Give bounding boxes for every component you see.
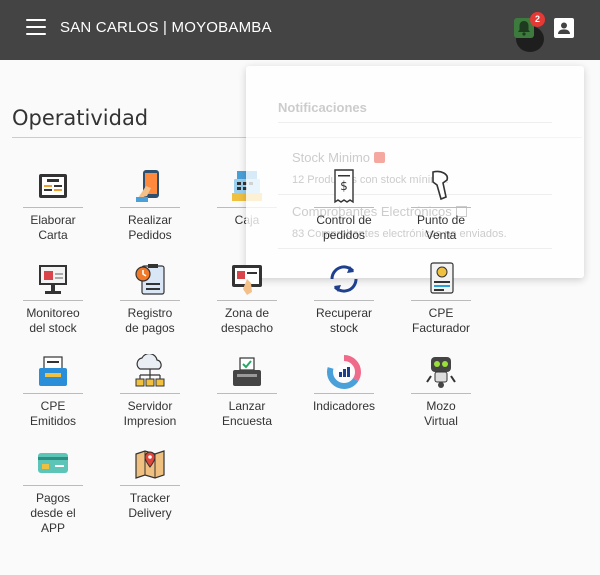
barcode-scanner-icon <box>423 168 459 204</box>
robot-icon <box>423 354 459 390</box>
notifications-divider <box>278 122 552 123</box>
donut-chart-icon <box>326 354 362 390</box>
tile-divider <box>314 393 374 394</box>
tile-label: Pagos desde el APP <box>30 491 76 535</box>
tile-divider <box>23 207 83 208</box>
tile-divider <box>314 207 374 208</box>
tile-label: Indicadores <box>312 399 376 413</box>
tile-label: Tracker Delivery <box>128 491 172 520</box>
user-icon[interactable] <box>554 18 574 38</box>
ballot-box-icon <box>229 354 265 390</box>
notifications-panel: Notificaciones Stock Minimo 12 Productos… <box>246 66 584 278</box>
tile-divider <box>217 393 277 394</box>
tile-divider <box>120 207 180 208</box>
top-app-bar: SAN CARLOS | MOYOBAMBA 2 <box>0 0 600 60</box>
notification-badge: 2 <box>530 12 545 27</box>
next-section-peek <box>12 565 19 575</box>
notifications-divider <box>278 248 552 249</box>
card-icon <box>35 446 71 482</box>
tile-label: Punto de Venta <box>416 213 466 242</box>
tile-label: Servidor Impresion <box>123 399 177 428</box>
invoice-icon <box>423 261 459 297</box>
refresh-icon <box>326 261 362 297</box>
tile-divider <box>120 485 180 486</box>
tile-label: CPE Emitidos <box>29 399 76 428</box>
tile-divider <box>411 300 471 301</box>
tile-label: Elaborar Carta <box>30 213 76 242</box>
app-title: SAN CARLOS | MOYOBAMBA <box>60 19 272 36</box>
tile-divider <box>217 300 277 301</box>
receipt-icon: $ <box>326 168 362 204</box>
tile-label: Realizar Pedidos <box>127 213 172 242</box>
menu-board-icon <box>35 168 71 204</box>
tile-label: CPE Facturador <box>411 306 471 335</box>
tile-label: Zona de despacho <box>220 306 274 335</box>
notification-title[interactable]: Stock Minimo <box>292 150 386 165</box>
notifications-divider <box>278 194 552 195</box>
tile-label: Monitoreo del stock <box>26 306 80 335</box>
cloud-server-icon <box>132 354 168 390</box>
map-pin-icon <box>132 446 168 482</box>
tile-label: Lanzar Encuesta <box>221 399 273 428</box>
dispatch-screen-icon <box>229 261 265 297</box>
menu-icon[interactable] <box>26 19 46 35</box>
notifications-title: Notificaciones <box>278 100 367 115</box>
tile-divider <box>23 300 83 301</box>
tile-label: Registro de pagos <box>125 306 175 335</box>
clipboard-clock-icon <box>132 261 168 297</box>
tile-divider <box>411 207 471 208</box>
tile-label: Control de pedidos <box>316 213 372 242</box>
tile-divider <box>23 485 83 486</box>
tile-label: Mozo Virtual <box>424 399 458 428</box>
tile-divider <box>314 300 374 301</box>
monitor-chart-icon <box>35 261 71 297</box>
tablet-hand-icon <box>132 168 168 204</box>
tile-divider <box>23 393 83 394</box>
tile-label: Recuperar stock <box>315 306 373 335</box>
tile-divider <box>120 300 180 301</box>
section-title: Operatividad <box>12 106 149 130</box>
inbox-tray-icon <box>35 354 71 390</box>
svg-text:$: $ <box>340 179 348 193</box>
tile-divider <box>411 393 471 394</box>
tile-divider <box>120 393 180 394</box>
warning-icon <box>374 152 386 163</box>
